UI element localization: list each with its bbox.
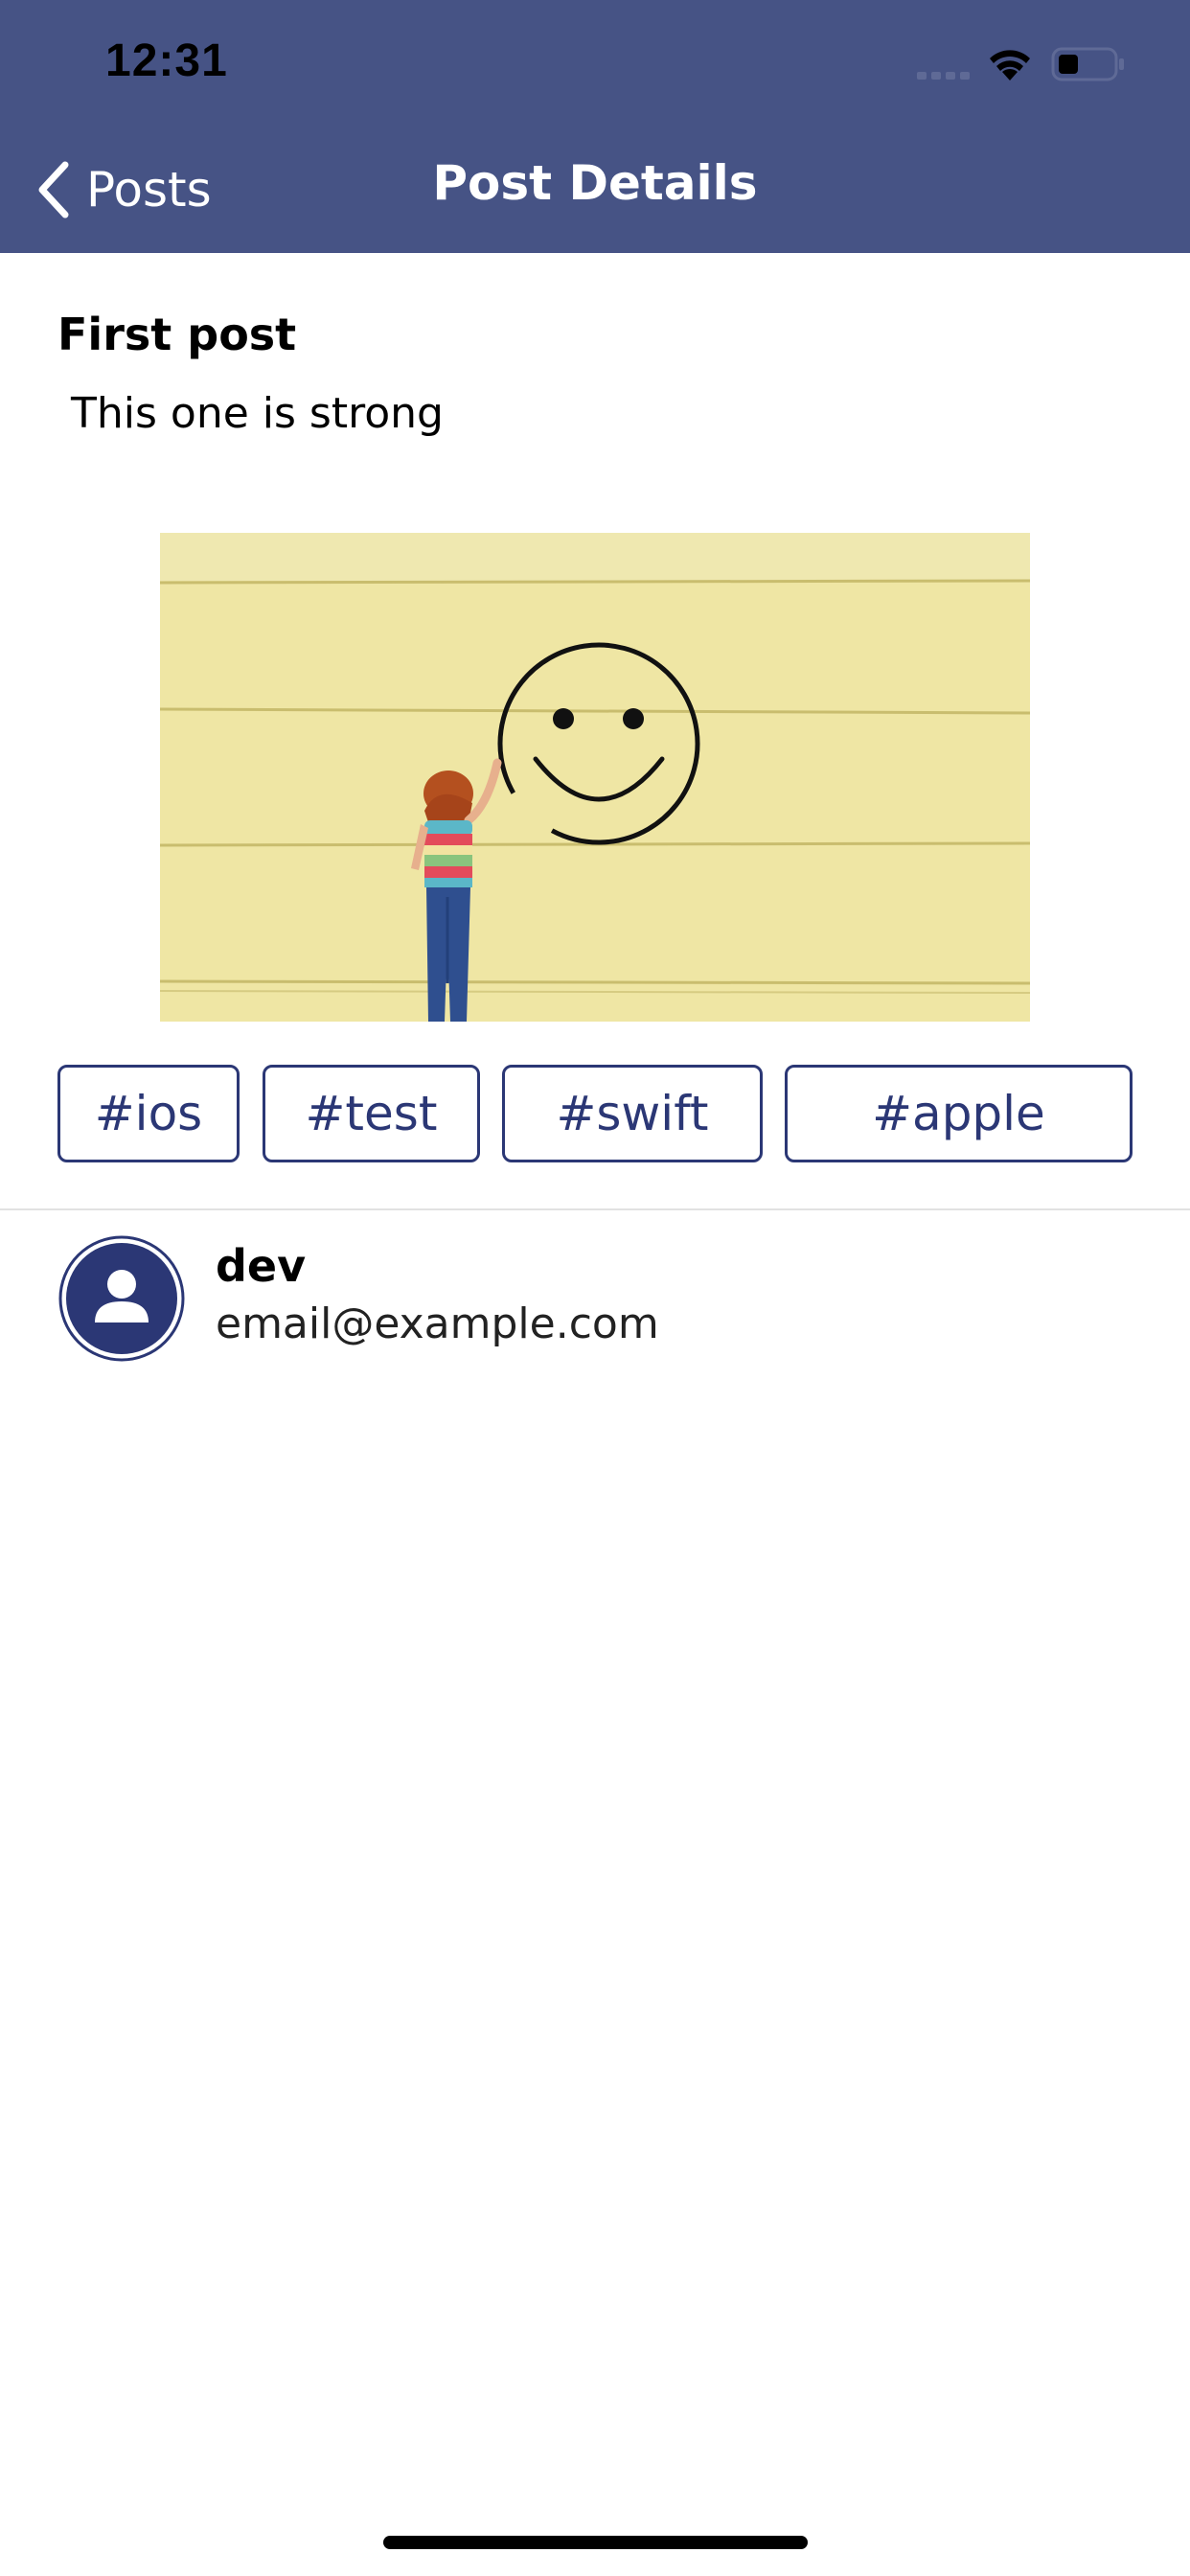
home-indicator[interactable] xyxy=(383,2536,808,2549)
tag-chip[interactable]: #swift xyxy=(502,1065,763,1162)
post-body: This one is strong xyxy=(71,389,444,438)
author-name: dev xyxy=(216,1240,307,1292)
tag-list: #ios #test #swift #apple xyxy=(0,1065,1190,1166)
tag-chip[interactable]: #test xyxy=(263,1065,480,1162)
author-email: email@example.com xyxy=(216,1300,659,1348)
user-avatar-icon xyxy=(58,1235,185,1362)
post-title: First post xyxy=(57,309,297,360)
cellular-signal-icon xyxy=(917,72,970,80)
author-row[interactable]: dev email@example.com xyxy=(0,1211,1190,1374)
post-image xyxy=(160,533,1030,1022)
page-title: Post Details xyxy=(432,155,758,211)
wifi-icon xyxy=(990,50,1030,80)
status-bar-time: 12:31 xyxy=(105,35,228,86)
tag-chip[interactable]: #ios xyxy=(57,1065,240,1162)
post-details-screen: 12:31 Posts Post Details First post This… xyxy=(0,0,1190,2576)
tag-chip[interactable]: #apple xyxy=(785,1065,1133,1162)
navigation-bar: 12:31 Posts Post Details xyxy=(0,0,1190,253)
battery-icon xyxy=(1051,47,1124,81)
divider xyxy=(0,1208,1190,1210)
